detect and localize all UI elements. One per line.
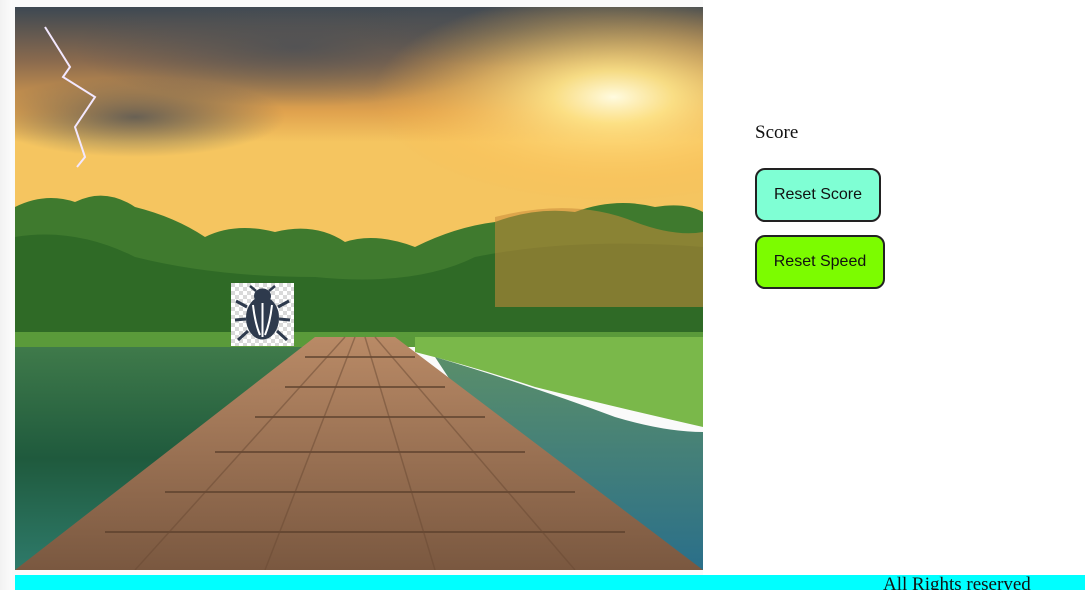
bug-target[interactable]: [231, 283, 294, 346]
reset-score-button[interactable]: Reset Score: [755, 168, 881, 222]
game-area[interactable]: [15, 7, 703, 570]
reset-speed-button[interactable]: Reset Speed: [755, 235, 885, 289]
game-background-image: [15, 7, 703, 570]
score-label: Score: [755, 122, 799, 143]
beetle-icon: [231, 283, 294, 346]
page-margin: [0, 0, 12, 590]
footer-text: All Rights reserved: [883, 575, 1031, 590]
page: Score Reset Score Reset Speed All Rights…: [0, 0, 1085, 590]
footer: All Rights reserved: [15, 575, 1085, 590]
